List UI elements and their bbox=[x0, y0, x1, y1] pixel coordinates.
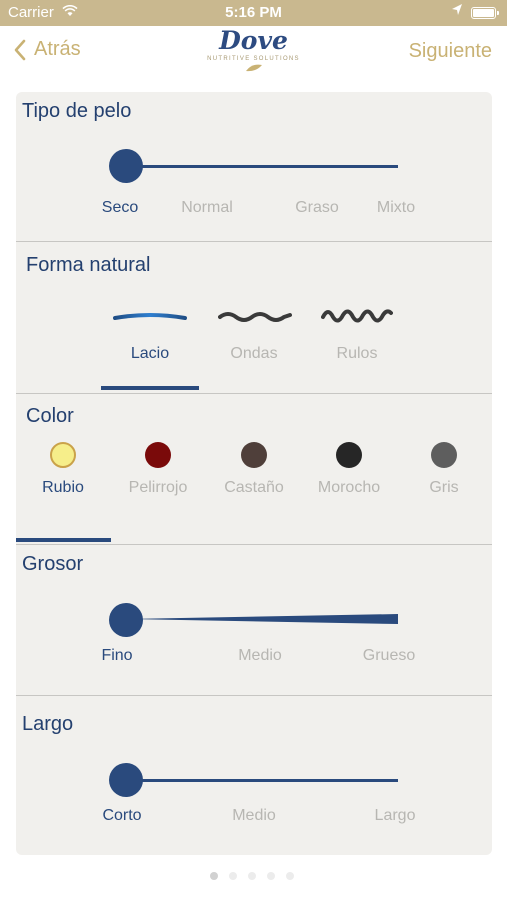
tipo-pelo-option-normal[interactable]: Normal bbox=[181, 199, 233, 217]
ondas-hair-icon[interactable] bbox=[218, 308, 292, 324]
color-swatch-rubio[interactable] bbox=[50, 442, 76, 468]
tipo-pelo-option-mixto[interactable]: Mixto bbox=[377, 199, 415, 217]
forma-natural-title: Forma natural bbox=[26, 254, 151, 276]
battery-icon bbox=[471, 7, 499, 19]
color-title: Color bbox=[26, 405, 74, 427]
largo-title: Largo bbox=[22, 713, 74, 735]
grosor-slider-track[interactable] bbox=[126, 613, 399, 625]
location-arrow-icon bbox=[451, 3, 463, 21]
section-divider bbox=[16, 695, 492, 696]
largo-option-largo[interactable]: Largo bbox=[375, 807, 416, 825]
page-dot[interactable] bbox=[267, 872, 275, 880]
color-selected-indicator bbox=[16, 538, 111, 542]
status-bar: Carrier 5:16 PM bbox=[0, 0, 507, 26]
color-swatch-pelirrojo[interactable] bbox=[145, 442, 171, 468]
color-option-castano[interactable]: Castaño bbox=[224, 479, 284, 497]
page-dot[interactable] bbox=[248, 872, 256, 880]
forma-option-lacio[interactable]: Lacio bbox=[131, 345, 169, 363]
tipo-pelo-slider-knob[interactable] bbox=[109, 149, 143, 183]
largo-option-medio[interactable]: Medio bbox=[232, 807, 276, 825]
section-divider bbox=[16, 241, 492, 242]
lacio-hair-icon[interactable] bbox=[113, 310, 187, 324]
rulos-hair-icon[interactable] bbox=[321, 305, 393, 327]
forma-option-ondas[interactable]: Ondas bbox=[230, 345, 277, 363]
color-option-morocho[interactable]: Morocho bbox=[318, 479, 380, 497]
logo-leaf-icon bbox=[245, 64, 262, 72]
color-option-rubio[interactable]: Rubio bbox=[42, 479, 84, 497]
grosor-option-medio[interactable]: Medio bbox=[238, 647, 282, 665]
status-time: 5:16 PM bbox=[225, 4, 282, 21]
section-divider bbox=[16, 393, 492, 394]
grosor-title: Grosor bbox=[22, 553, 84, 575]
tipo-pelo-option-seco[interactable]: Seco bbox=[102, 199, 138, 217]
next-button[interactable]: Siguiente bbox=[409, 40, 492, 63]
nav-bar: Atrás Dove NUTRITIVE SOLUTIONS Siguiente bbox=[0, 26, 507, 86]
tipo-pelo-option-graso[interactable]: Graso bbox=[295, 199, 339, 217]
largo-option-corto[interactable]: Corto bbox=[102, 807, 141, 825]
largo-slider-knob[interactable] bbox=[109, 763, 143, 797]
forma-option-rulos[interactable]: Rulos bbox=[337, 345, 378, 363]
page-dot[interactable] bbox=[229, 872, 237, 880]
hair-profile-card: Tipo de pelo Seco Normal Graso Mixto For… bbox=[16, 92, 492, 855]
color-swatch-morocho[interactable] bbox=[336, 442, 362, 468]
color-swatch-castano[interactable] bbox=[241, 442, 267, 468]
color-option-gris[interactable]: Gris bbox=[429, 479, 458, 497]
grosor-option-grueso[interactable]: Grueso bbox=[363, 647, 415, 665]
color-swatch-gris[interactable] bbox=[431, 442, 457, 468]
color-option-pelirrojo[interactable]: Pelirrojo bbox=[129, 479, 188, 497]
grosor-slider-knob[interactable] bbox=[109, 603, 143, 637]
page-dot[interactable] bbox=[286, 872, 294, 880]
forma-selected-indicator bbox=[101, 386, 199, 390]
grosor-option-fino[interactable]: Fino bbox=[101, 647, 132, 665]
page-indicator[interactable] bbox=[210, 872, 305, 880]
tipo-pelo-title: Tipo de pelo bbox=[22, 100, 132, 122]
largo-slider-track[interactable] bbox=[126, 779, 398, 782]
page-dot[interactable] bbox=[210, 872, 218, 880]
tipo-pelo-slider-track[interactable] bbox=[126, 165, 398, 168]
section-divider bbox=[16, 544, 492, 545]
